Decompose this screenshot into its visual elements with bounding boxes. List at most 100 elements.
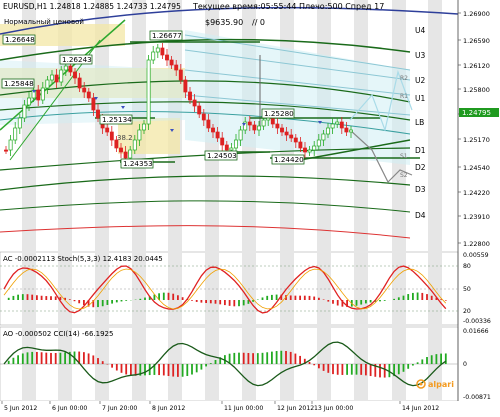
price-callout-text: 1.24420 [274, 155, 304, 164]
cyan-projection-left [0, 60, 185, 125]
stoch-scale-label: 0.00559 [463, 252, 489, 259]
candle-body [36, 89, 41, 101]
channel-label: Нормальный ценовой [4, 18, 84, 26]
price-callout-text: 1.25280 [264, 109, 294, 118]
candle-body [13, 127, 18, 141]
price-tick-label: 1.25170 [463, 136, 490, 144]
candle-body [303, 147, 307, 153]
candle-body [344, 127, 349, 133]
candle-body [22, 104, 27, 119]
price-tick-label: 1.24220 [463, 189, 490, 197]
candle-body [45, 79, 50, 89]
time-tick-label: 6 Jun 00:00 [52, 405, 87, 412]
candle-body [4, 149, 8, 152]
candle-body [330, 123, 335, 129]
candle-body [224, 144, 229, 151]
candle-body [312, 145, 317, 151]
candle-body [307, 149, 312, 153]
candle-body [188, 91, 192, 101]
pivot-label-d3: D3 [415, 185, 426, 194]
fib-label: 38.2 [117, 134, 133, 142]
price-tick-label: 1.25800 [463, 86, 490, 94]
candle-body [321, 133, 326, 141]
candle-body [17, 117, 22, 129]
candle-body [142, 123, 146, 131]
candle-body [123, 151, 128, 159]
price-callout-text: 1.25848 [4, 79, 34, 88]
candle-body [261, 119, 266, 127]
time-tick-label: 14 Jun 2012 [402, 405, 439, 412]
candle-body [160, 47, 165, 56]
candle-body [27, 97, 31, 106]
price-tick-label: 1.26120 [463, 62, 490, 70]
cci-header: AO -0.000502 CCI(14) -66.1925 [3, 330, 113, 338]
candle-body [284, 131, 289, 136]
candle-body [174, 64, 179, 71]
cci-scale-label: -0.00871 [463, 394, 491, 401]
candle-body [252, 124, 257, 131]
brand-name: alpari [428, 380, 454, 389]
balance-suffix: // 0 [252, 18, 265, 27]
candle-body [257, 125, 261, 131]
cci-scale-label: 0 [463, 361, 467, 368]
candle-body [40, 87, 45, 101]
price-callout-text: 1.26648 [5, 35, 35, 44]
candle-body [326, 127, 330, 135]
time-tick-label: 5 Jun 2012 [4, 405, 37, 412]
stoch-header: AC -0.0002113 Stoch(5,3,3) 12.4183 20.04… [3, 255, 163, 263]
price-tick-label: 1.26590 [463, 37, 490, 45]
pivot-label-d4: D4 [415, 211, 426, 220]
candle-body [96, 109, 100, 119]
candle-body [82, 87, 87, 93]
candle-body [298, 141, 303, 149]
candle-body [50, 74, 54, 81]
candle-body [137, 129, 142, 141]
session-stripe [354, 0, 368, 401]
candle-body [280, 127, 284, 133]
candle-body [206, 119, 211, 129]
candle-body [197, 105, 202, 115]
candle-body [109, 131, 114, 141]
stoch-scale-label: -0.00336 [463, 318, 491, 325]
pivot-label-r1: R1 [400, 93, 408, 100]
price-tick-label: 1.23910 [463, 213, 490, 221]
stoch-scale-label: 50 [463, 286, 471, 293]
candle-body [275, 123, 280, 129]
time-tick-label: 7 Jun 20:00 [102, 405, 137, 412]
price-tick-label: 1.24540 [463, 164, 490, 172]
candle-body [59, 69, 64, 83]
candle-body [155, 47, 160, 53]
time-tick-label: 8 Jun 2012 [152, 405, 185, 412]
candle-body [247, 121, 252, 126]
price-callout-text: 1.24353 [123, 159, 153, 168]
cci-scale-label: 0.01666 [463, 328, 489, 335]
price-callout-text: 1.26243 [62, 55, 92, 64]
price-callout-text: 1.24503 [207, 151, 237, 160]
pivot-label-u3: U3 [415, 51, 425, 60]
candle-body [68, 65, 73, 73]
candle-body [132, 139, 137, 151]
pivot-label-s2: S2 [400, 172, 408, 179]
candle-body [229, 147, 234, 151]
pivot-label-s1: S1 [400, 153, 408, 160]
candle-body [165, 54, 169, 61]
price-callout-text: 1.25134 [102, 115, 132, 124]
session-stripe [22, 0, 36, 401]
candle-body [270, 117, 275, 125]
candle-body [54, 74, 59, 83]
candle-body [201, 113, 206, 121]
header-status: Текущее время:05:55:44 Плечо:500 Спред 1… [192, 2, 384, 11]
candle-body [86, 91, 91, 99]
candle-body [238, 129, 243, 141]
candle-body [215, 131, 220, 139]
candle-body [8, 139, 13, 151]
candle-body [128, 149, 133, 159]
candle-body [289, 134, 294, 139]
candle-body [220, 137, 225, 146]
chart-window: EURUSD,H1 1.24818 1.24885 1.24733 1.2479… [0, 0, 500, 413]
candle-body [169, 59, 174, 66]
candle-body [178, 69, 183, 81]
session-stripe [132, 0, 146, 401]
pivot-label-r2: R2 [400, 75, 408, 82]
chart-canvas[interactable]: EURUSD,H1 1.24818 1.24885 1.24733 1.2479… [0, 0, 500, 413]
